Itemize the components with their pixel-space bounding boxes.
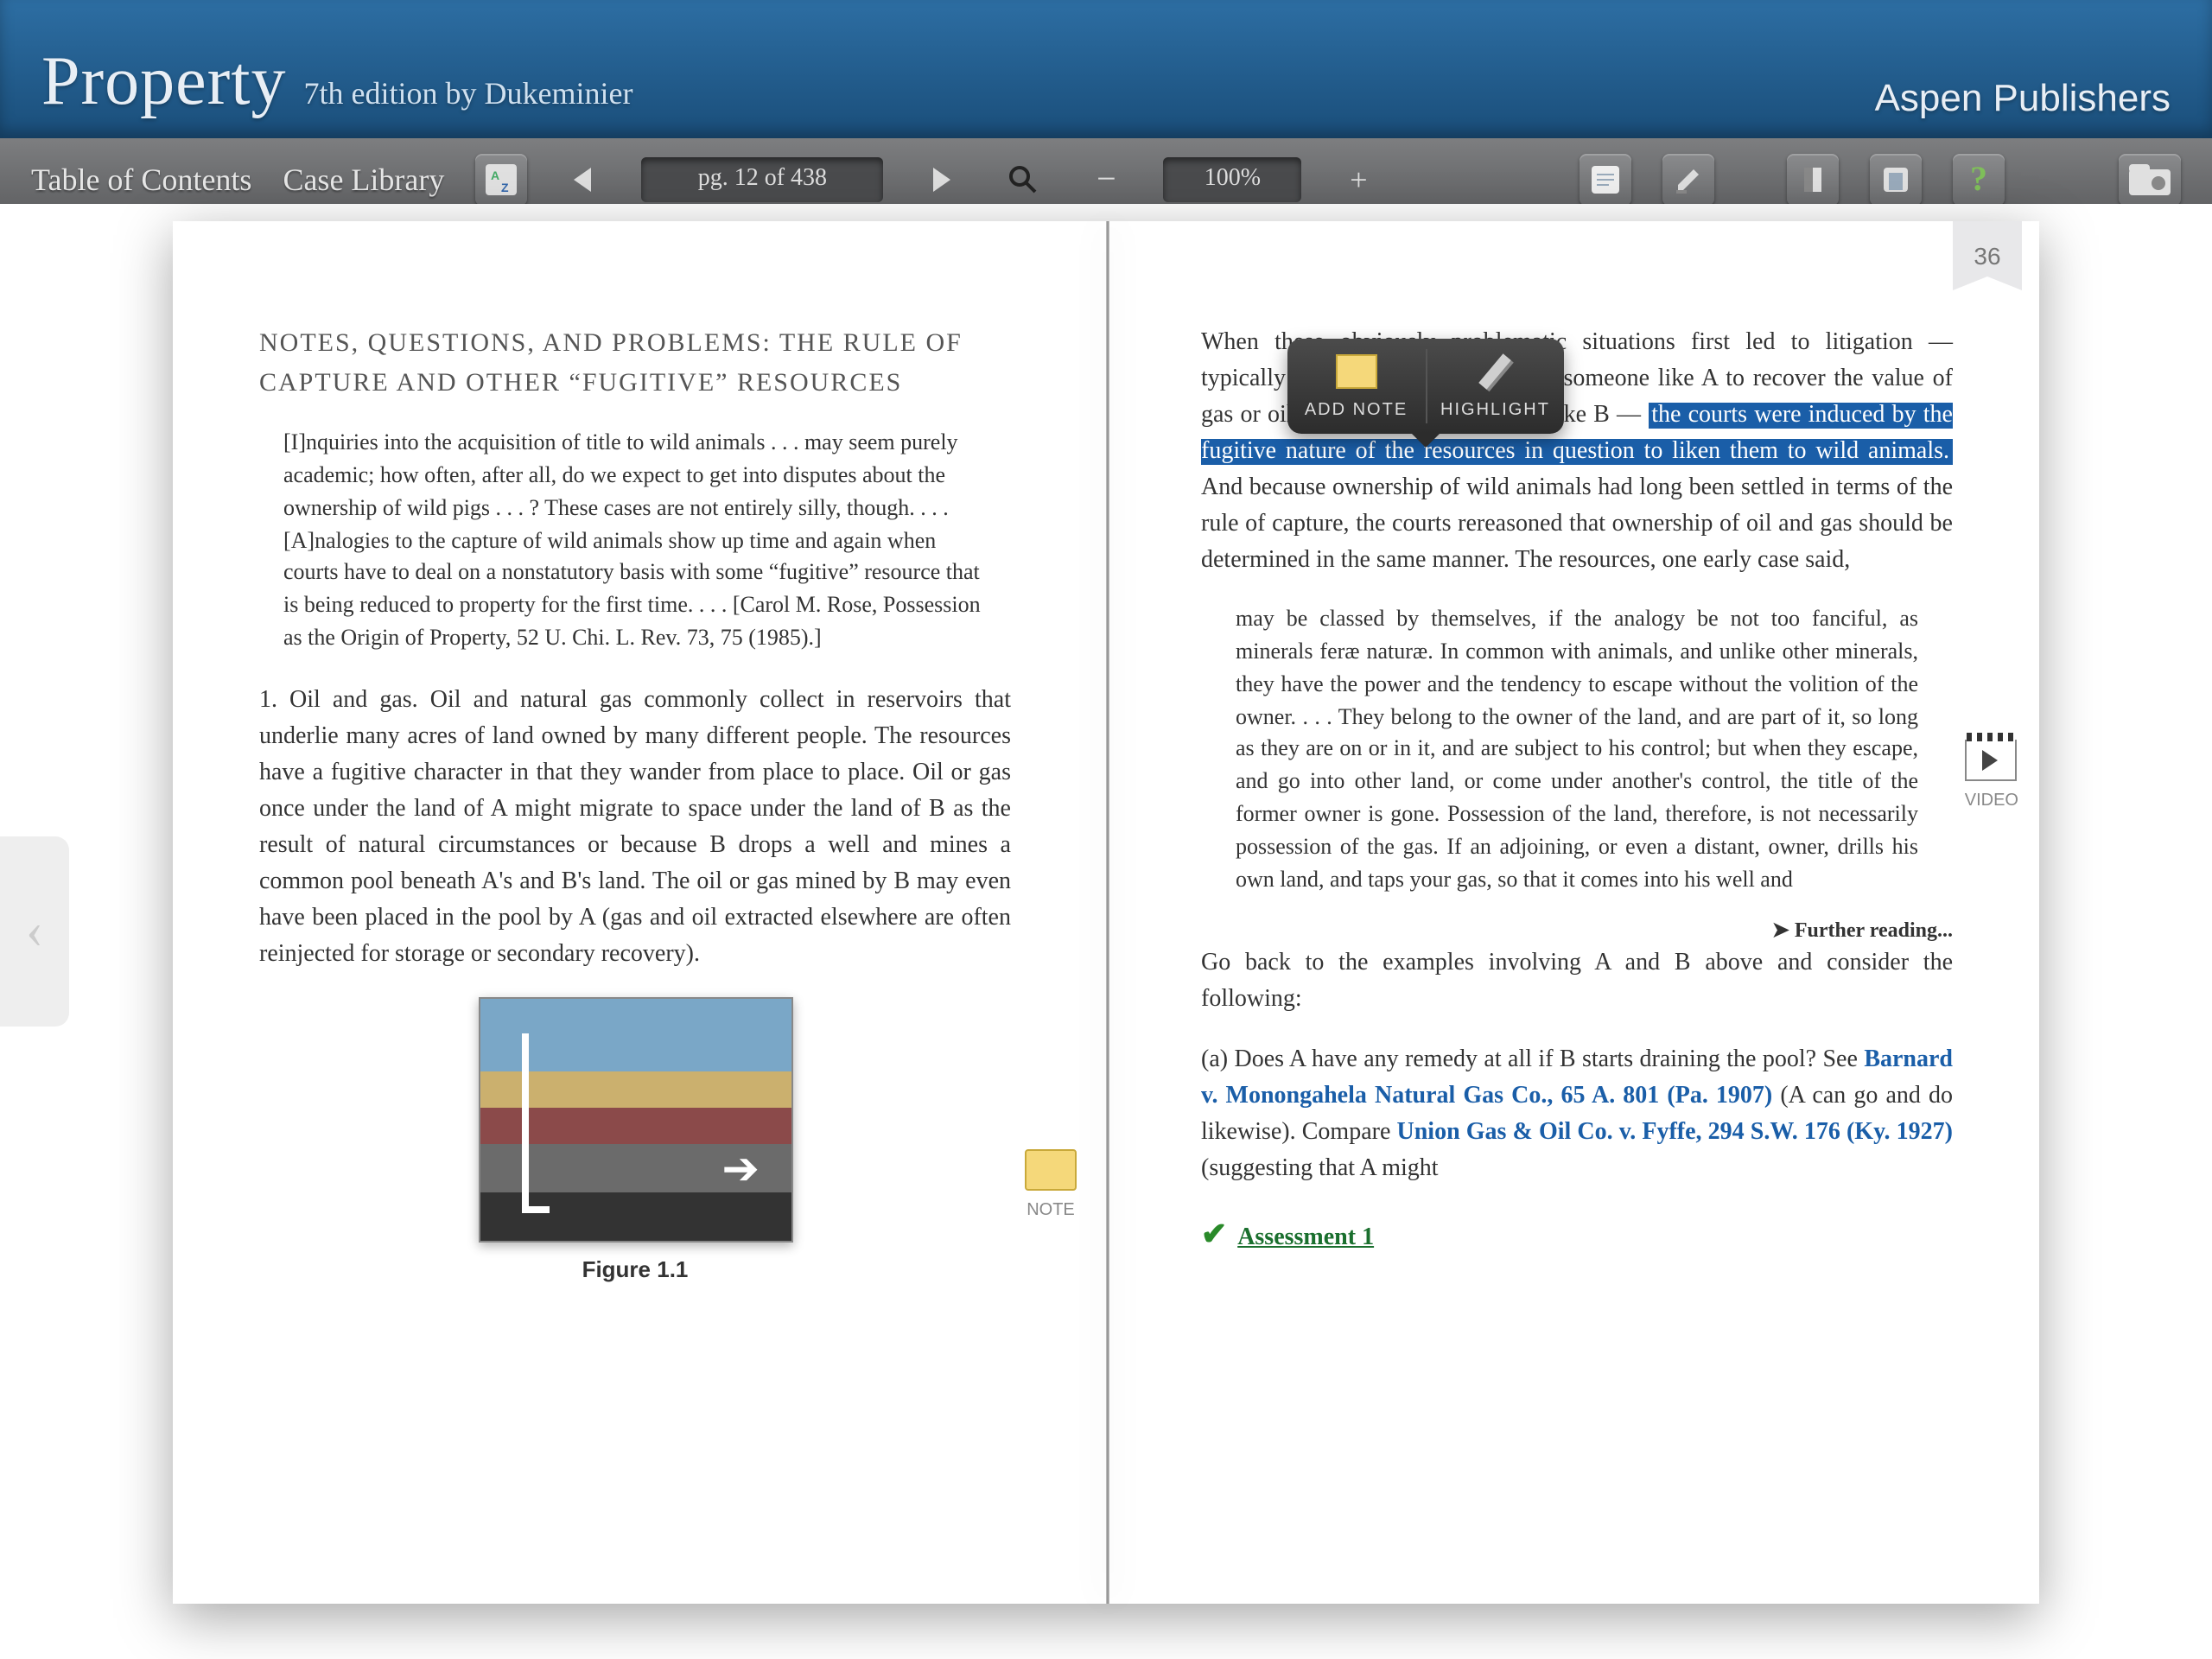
next-page-button[interactable] [914,154,966,206]
book-title-block: Property 7th edition by Dukeminier [41,40,632,121]
highlighter-icon [1479,353,1511,389]
help-button[interactable]: ? [1953,154,2005,206]
note-icon [1336,354,1377,389]
figure-1-1[interactable]: ➔ [478,997,792,1243]
p4-a: (a) Does A have any remedy at all if B s… [1201,1046,1864,1072]
p4-c: (suggesting that A might [1201,1155,1439,1181]
library-button[interactable] [2119,154,2181,206]
add-note-button[interactable]: ADD NOTE [1287,349,1427,423]
further-reading-link[interactable]: ➤ Further reading... [1201,913,1953,944]
highlighter-tool-button[interactable] [1662,154,1714,206]
index-az-button[interactable]: AZ [475,154,527,206]
index-az-icon: AZ [486,164,517,195]
right-page: ADD NOTE HIGHLIGHT When these obviously … [1097,221,2039,1604]
svg-text:A: A [491,168,499,182]
body-paragraph-3: Go back to the examples involving A and … [1201,944,1953,1017]
help-icon: ? [1970,160,1987,200]
body-paragraph-2: ADD NOTE HIGHLIGHT When these obviously … [1201,325,1953,579]
zoom-in-icon: + [1350,162,1367,198]
zoom-out-icon: − [1096,160,1116,200]
page-spread: 36 NOTES, QUESTIONS, AND PROBLEMS: THE R… [173,221,2039,1604]
print-icon [1880,164,1911,195]
figure-caption: Figure 1.1 [259,1253,1011,1287]
prev-page-button[interactable] [558,154,610,206]
book-title: Property [41,40,287,121]
note-icon [1025,1149,1077,1191]
app-header: Property 7th edition by Dukeminier Aspen… [0,0,2212,138]
section-heading: NOTES, QUESTIONS, AND PROBLEMS: THE RULE… [259,325,1011,403]
highlighter-icon [1673,164,1704,195]
next-page-icon [930,168,950,192]
search-button[interactable] [997,154,1049,206]
reader-area: ‹ 36 NOTES, QUESTIONS, AND PROBLEMS: THE… [0,204,2212,1659]
notes-icon [1590,164,1621,195]
highlight-button[interactable]: HIGHLIGHT [1427,349,1564,423]
margin-note-marker[interactable]: NOTE [1025,1149,1077,1224]
assessment-label: Assessment 1 [1237,1224,1374,1250]
zoom-level[interactable]: 100% [1163,157,1301,202]
search-icon [1009,166,1037,194]
publisher-name: Aspen Publishers [1875,76,2171,121]
prev-page-icon [574,168,594,192]
case-quote: may be classed by themselves, if the ana… [1201,603,1953,896]
bookmark-icon [1797,164,1828,195]
body-paragraph-1: 1. Oil and gas. Oil and natural gas comm… [259,683,1011,973]
zoom-out-button[interactable]: − [1080,154,1132,206]
margin-video-marker[interactable]: VIDEO [1965,740,2018,814]
page-spine [1106,221,1109,1604]
add-note-label: ADD NOTE [1305,401,1408,420]
figure-arrow-icon: ➔ [721,1135,760,1203]
annotation-popup: ADD NOTE HIGHLIGHT [1287,339,1564,434]
notes-panel-button[interactable] [1580,154,1631,206]
epigraph-quote: [I]nquiries into the acquisition of titl… [259,427,1011,655]
prev-spread-button[interactable]: ‹ [0,836,69,1027]
case-link-union-gas[interactable]: Union Gas & Oil Co. v. Fyffe, 294 S.W. 1… [1397,1119,1953,1145]
svg-text:Z: Z [501,181,509,194]
book-edition-author: 7th edition by Dukeminier [304,76,633,112]
case-library-link[interactable]: Case Library [283,162,444,198]
body-paragraph-4: (a) Does A have any remedy at all if B s… [1201,1041,1953,1186]
bookmark-panel-button[interactable] [1787,154,1839,206]
p2-post: And because ownership of wild animals ha… [1201,475,1953,574]
page-indicator[interactable]: pg. 12 of 438 [641,157,883,202]
table-of-contents-link[interactable]: Table of Contents [31,162,251,198]
margin-note-label: NOTE [1027,1201,1075,1220]
margin-video-label: VIDEO [1965,791,2018,810]
check-icon: ✔ [1201,1211,1227,1257]
left-page: NOTES, QUESTIONS, AND PROBLEMS: THE RULE… [173,221,1097,1604]
zoom-in-button[interactable]: + [1332,154,1384,206]
print-button[interactable] [1870,154,1922,206]
body-paragraph-1-text: 1. Oil and gas. Oil and natural gas comm… [259,688,1011,968]
highlight-label: HIGHLIGHT [1440,401,1550,420]
library-folder-icon [2127,162,2172,197]
assessment-link[interactable]: ✔ Assessment 1 [1201,1211,1953,1257]
video-icon [1966,740,2018,781]
